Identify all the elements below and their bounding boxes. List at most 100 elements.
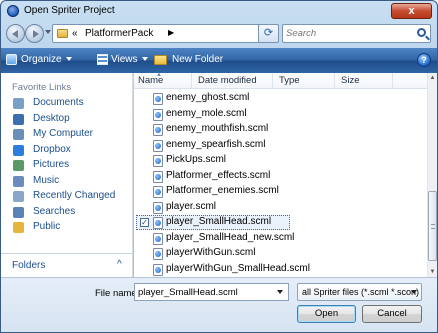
file-name: Platformer_enemies.scml (166, 185, 279, 196)
computer-icon (13, 129, 24, 140)
scml-file-icon (153, 232, 163, 245)
scml-file-icon (153, 263, 163, 276)
new-folder-icon (154, 55, 167, 65)
column-name[interactable]: Name (138, 75, 163, 86)
help-icon[interactable]: ? (417, 53, 431, 67)
column-headers: ▲ Name Date modified Type Size (134, 72, 427, 89)
scml-file-icon (153, 201, 163, 214)
column-type[interactable]: Type (279, 75, 300, 86)
file-row[interactable]: playerWithGun_SmallHead.scml (134, 262, 427, 278)
folders-toggle[interactable]: Folders ^ (1, 253, 132, 277)
organize-menu[interactable]: Organize (21, 54, 72, 65)
open-button[interactable]: Open (297, 305, 356, 323)
back-button[interactable] (6, 24, 25, 43)
sidebar-item-label: My Computer (33, 128, 94, 139)
file-row[interactable]: enemy_mouthfish.scml (134, 122, 427, 138)
row-checkbox[interactable]: ✓ (140, 218, 149, 227)
file-name-dropdown-icon[interactable] (277, 290, 283, 294)
title-bar[interactable]: Open Spriter Project x (1, 1, 437, 21)
cancel-button[interactable]: Cancel (362, 305, 422, 323)
scroll-up-icon[interactable]: ▲ (428, 73, 437, 83)
scml-file-icon (153, 155, 163, 167)
forward-button[interactable] (25, 24, 44, 43)
sidebar-item-desktop[interactable]: Desktop (1, 112, 132, 128)
scroll-down-icon[interactable]: ▼ (428, 267, 437, 277)
file-name: enemy_spearfish.scml (166, 138, 266, 150)
sidebar-item-dropbox[interactable]: Dropbox (1, 143, 132, 159)
sidebar-item-searches[interactable]: Searches (1, 205, 132, 221)
scml-file-icon (153, 139, 163, 152)
file-type-value: all Spriter files (*.scml *.scon) (302, 287, 420, 297)
sidebar-item-my-computer[interactable]: My Computer (1, 127, 132, 143)
file-type-select[interactable]: all Spriter files (*.scml *.scon) (297, 283, 422, 301)
scml-file-icon (153, 217, 163, 229)
file-name: player_SmallHead.scml (166, 216, 272, 227)
close-button[interactable]: x (391, 3, 432, 19)
chevron-down-icon (141, 57, 148, 62)
column-divider[interactable] (334, 73, 335, 88)
documents-icon (13, 98, 24, 109)
search-box[interactable] (282, 24, 431, 43)
search-icon[interactable] (417, 28, 426, 37)
file-row[interactable]: enemy_spearfish.scml (134, 138, 427, 154)
file-row[interactable]: enemy_ghost.scml (134, 91, 427, 107)
column-divider[interactable] (392, 73, 393, 88)
chevron-down-icon (65, 57, 72, 62)
recent-pages-dropdown-icon[interactable] (45, 30, 51, 34)
public-folder-icon (13, 222, 24, 233)
music-icon (13, 175, 24, 187)
file-row[interactable]: PickUps.scml (134, 153, 427, 169)
new-folder-button[interactable]: New Folder (172, 54, 223, 65)
file-row[interactable]: player_SmallHead_new.scml (134, 231, 427, 247)
breadcrumb-arrow-icon[interactable]: ▶ (168, 28, 174, 37)
file-row[interactable]: enemy_mole.scml (134, 107, 427, 123)
sidebar-item-recently-changed[interactable]: Recently Changed (1, 189, 132, 205)
scml-file-icon (153, 124, 163, 136)
grip-icon (431, 224, 435, 229)
sidebar-item-documents[interactable]: Documents (1, 96, 132, 112)
vertical-scrollbar[interactable]: ▲ ▼ (427, 73, 437, 277)
file-row[interactable]: playerWithGun.scml (134, 246, 427, 262)
scml-file-icon (153, 108, 163, 121)
file-name: player_SmallHead_new.scml (166, 231, 295, 243)
folders-label: Folders (12, 260, 46, 271)
searches-icon (13, 206, 24, 218)
file-name: playerWithGun.scml (166, 247, 256, 258)
column-divider[interactable] (191, 73, 192, 88)
file-row[interactable]: Platformer_effects.scml (134, 169, 427, 185)
address-bar[interactable]: « PlatformerPack ▶ (52, 24, 276, 43)
breadcrumb-overflow[interactable]: « (72, 28, 78, 39)
views-menu[interactable]: Views (111, 54, 148, 65)
sidebar-item-music[interactable]: Music (1, 174, 132, 190)
sidebar-item-label: Pictures (33, 159, 70, 170)
sidebar-item-label: Dropbox (33, 143, 71, 155)
scml-file-icon (153, 186, 163, 198)
chevron-down-icon (411, 290, 417, 294)
column-size[interactable]: Size (341, 75, 359, 86)
file-name-input[interactable] (138, 286, 268, 299)
file-list-pane: ▲ Name Date modified Type Size enemy_gho… (134, 72, 437, 278)
file-name: player.scml (166, 200, 217, 212)
file-row[interactable]: Platformer_enemies.scml (134, 184, 427, 200)
sidebar-item-label: Music (33, 174, 60, 186)
sidebar-item-label: Documents (33, 97, 84, 108)
toolbar: Organize Views New Folder ? (1, 48, 437, 73)
sidebar-item-label: Searches (33, 205, 76, 217)
sidebar-item-public[interactable]: Public (1, 220, 132, 236)
refresh-button[interactable]: ⟳ (258, 24, 279, 43)
column-date-modified[interactable]: Date modified (198, 75, 257, 86)
file-row[interactable]: player.scml (134, 200, 427, 216)
organize-icon (6, 54, 17, 65)
file-name-combobox[interactable] (134, 283, 289, 301)
scroll-thumb[interactable] (428, 191, 437, 261)
dropbox-icon (13, 144, 24, 156)
search-input[interactable] (286, 27, 406, 40)
column-divider[interactable] (272, 73, 273, 88)
file-row[interactable]: ✓ player_SmallHead.scml (134, 215, 427, 231)
sidebar-item-pictures[interactable]: Pictures (1, 158, 132, 174)
folder-icon (57, 29, 68, 38)
file-name: enemy_mole.scml (166, 107, 247, 119)
recent-icon (13, 191, 24, 202)
breadcrumb-platformerpack[interactable]: PlatformerPack (85, 28, 153, 39)
pictures-icon (13, 160, 24, 171)
